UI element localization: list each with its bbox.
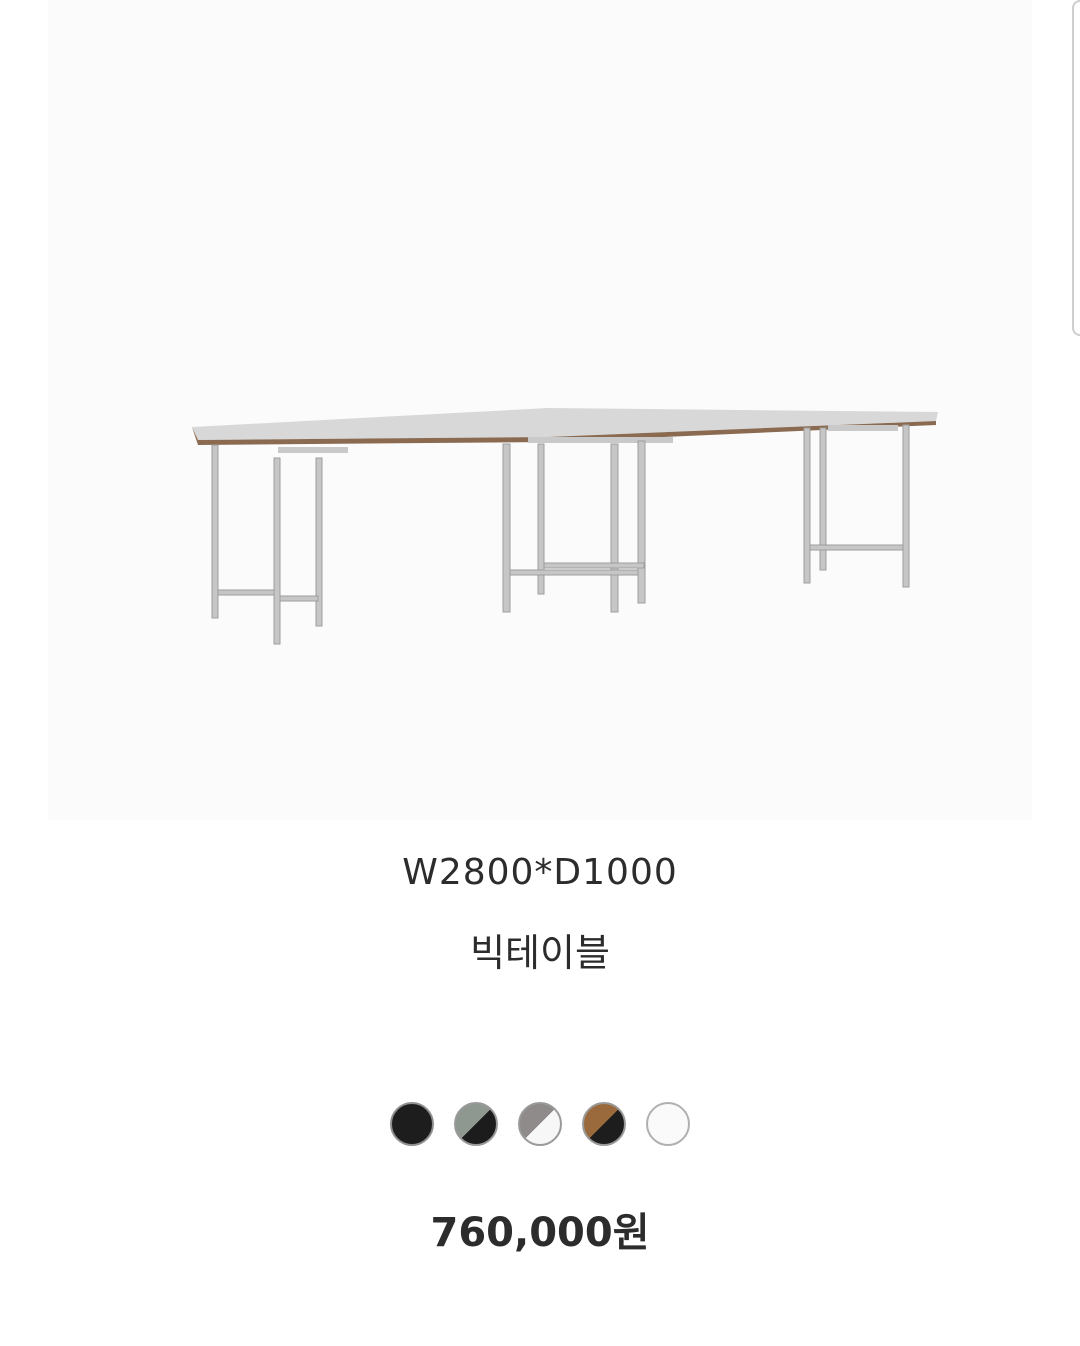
scrollbar-handle[interactable] — [1072, 0, 1080, 336]
swatch-sage-black[interactable] — [454, 1102, 498, 1146]
color-swatch-list — [0, 1102, 1080, 1146]
product-price: 760,000원 — [430, 1210, 650, 1256]
product-name: 빅테이블 — [470, 931, 610, 975]
swatch-white[interactable] — [646, 1102, 690, 1146]
product-image — [48, 0, 1032, 820]
swatch-black[interactable] — [390, 1102, 434, 1146]
swatch-grey-white[interactable] — [518, 1102, 562, 1146]
table-illustration — [192, 408, 938, 645]
product-dimension: W2800*D1000 — [402, 852, 678, 893]
swatch-wood-black[interactable] — [582, 1102, 626, 1146]
